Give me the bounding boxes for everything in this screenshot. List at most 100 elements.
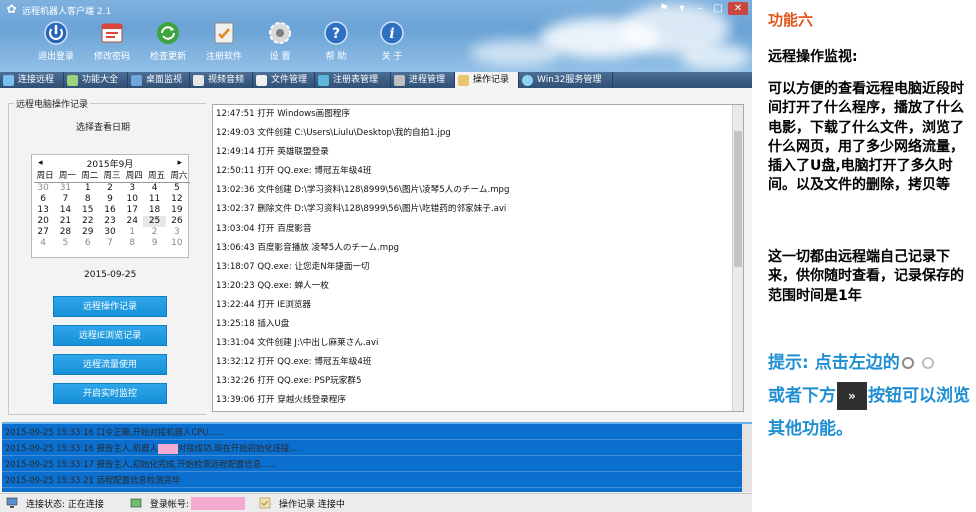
calendar-day[interactable]: 20 [32,216,54,227]
log-scrollbar[interactable] [732,105,743,411]
calendar-day[interactable]: 6 [77,238,99,249]
start-live-monitor-button[interactable]: 开启实时监控 [53,383,167,404]
calendar-day[interactable]: 2 [143,227,165,238]
log-entry[interactable]: 13:02:36 文件创建 D:\学习资料\128\8999\56\图片\凌琴5… [213,181,743,200]
calendar-day[interactable]: 31 [54,183,76,194]
help-button[interactable]: ? 帮 助 [308,20,364,62]
calendar-day[interactable]: 14 [54,205,76,216]
calendar-day[interactable]: 2 [99,183,121,194]
console-scrollbar[interactable] [742,424,752,492]
log-entry[interactable]: 13:32:26 打开 QQ.exe: PSP玩家群5 [213,372,743,391]
video-icon [193,74,204,86]
log-entry[interactable]: 12:47:51 打开 Windows画图程序 [213,105,743,124]
calendar-day[interactable]: 1 [77,183,99,194]
calendar-day[interactable]: 15 [77,205,99,216]
log-entry[interactable]: 13:06:43 百度影音播放 凌琴5人のチーム.mpg [213,239,743,258]
log-entry[interactable]: 13:03:04 打开 百度影音 [213,220,743,239]
calendar-day[interactable]: 6 [32,194,54,205]
calendar-day[interactable]: 10 [166,238,188,249]
calendar-day[interactable]: 28 [54,227,76,238]
tab-operation-log[interactable]: 操作记录 [455,72,519,88]
calendar-day[interactable]: 30 [99,227,121,238]
pin-icon[interactable]: ⚑ [656,2,672,15]
toolbar-label: 检查更新 [149,52,186,62]
calendar-day[interactable]: 25 [143,216,166,227]
calendar-day[interactable]: 29 [77,227,99,238]
calendar-day[interactable]: 8 [77,194,99,205]
tab-all-features[interactable]: 功能大全 [64,72,128,88]
calendar-day[interactable]: 22 [77,216,99,227]
calendar-day[interactable]: 11 [143,194,165,205]
tab-registry-manager[interactable]: 注册表管理 [315,72,391,88]
close-button[interactable]: ✕ [728,2,748,15]
tab-connect-remote[interactable]: 连接远程 [0,72,64,88]
tab-process-manager[interactable]: 进程管理 [391,72,455,88]
remote-traffic-usage-button[interactable]: 远程流量使用 [53,354,167,375]
calendar-day[interactable]: 7 [99,238,121,249]
next-month-button[interactable]: ▸ [177,158,182,168]
log-entry[interactable]: 13:48:51 打开 QQ.exe: 博冠五年级4班 [213,411,743,412]
calendar-day[interactable]: 19 [166,205,188,216]
calendar-day[interactable]: 3 [121,183,143,194]
log-entry[interactable]: 12:49:03 文件创建 C:\Users\Liulu\Desktop\我的自… [213,124,743,143]
remote-ie-history-button[interactable]: 远程IE浏览记录 [53,325,167,346]
log-entry[interactable]: 13:31:04 文件创建 J:\中出し麻莱さん.avi [213,334,743,353]
check-update-button[interactable]: 检查更新 [140,20,196,62]
log-entry[interactable]: 13:32:12 打开 QQ.exe: 博冠五年级4班 [213,353,743,372]
tab-win32-service[interactable]: Win32服务管理 [519,72,613,88]
nav-dot-icon[interactable] [901,357,914,369]
log-entry[interactable]: 13:20:23 QQ.exe: 蝉人一枚 [213,277,743,296]
skin-icon[interactable]: ▾ [674,2,690,15]
calendar-day[interactable]: 4 [32,238,54,249]
calendar-day[interactable]: 1 [121,227,143,238]
calendar-day[interactable]: 7 [54,194,76,205]
scroll-thumb[interactable] [734,131,742,267]
log-entry[interactable]: 13:02:37 删除文件 D:\学习资料\128\8999\56\图片\吃错药… [213,200,743,219]
tab-label: 操作记录 [473,75,510,85]
log-entry[interactable]: 13:25:18 插入U盘 [213,315,743,334]
calendar-day[interactable]: 16 [99,205,121,216]
log-entry[interactable]: 13:39:06 打开 穿越火线登录程序 [213,391,743,410]
operation-log-list[interactable]: 12:47:51 打开 Windows画图程序 12:49:03 文件创建 C:\… [212,104,744,412]
calendar-day[interactable]: 10 [121,194,143,205]
calendar-day[interactable]: 21 [54,216,76,227]
log-entry[interactable]: 12:50:11 打开 QQ.exe: 博冠五年级4班 [213,162,743,181]
calendar-day[interactable]: 27 [32,227,54,238]
calendar-day[interactable]: 5 [54,238,76,249]
register-button[interactable]: 注册软件 [196,20,252,62]
change-password-button[interactable]: 修改密码 [84,20,140,62]
calendar-day[interactable]: 30 [32,183,54,194]
calendar-day[interactable]: 17 [121,205,143,216]
calendar-day[interactable]: 9 [143,238,165,249]
calendar-day[interactable]: 24 [121,216,143,227]
log-entry[interactable]: 13:22:44 打开 IE浏览器 [213,296,743,315]
logout-button[interactable]: 退出登录 [28,20,84,62]
remote-operation-log-button[interactable]: 远程操作记录 [53,296,167,317]
tab-video-audio[interactable]: 视频音频 [190,72,253,88]
tab-file-manager[interactable]: 文件管理 [253,72,315,88]
tab-label: 文件管理 [271,75,308,85]
prev-month-button[interactable]: ◂ [38,158,43,168]
log-entry[interactable]: 12:49:14 打开 英雄联盟登录 [213,143,743,162]
settings-button[interactable]: 设 置 [252,20,308,62]
maximize-button[interactable]: □ [710,2,726,15]
calendar-day[interactable]: 9 [99,194,121,205]
calendar-month: 2015年9月 [86,159,134,170]
minimize-button[interactable]: – [692,2,708,15]
calendar-day[interactable]: 26 [166,216,188,227]
toolbar-label: 退出登录 [37,52,74,62]
calendar-day[interactable]: 4 [143,183,165,194]
nav-dot-icon[interactable] [921,357,934,369]
calendar-day[interactable]: 8 [121,238,143,249]
log-entry[interactable]: 13:18:07 QQ.exe: 让您走N年捷面一切 [213,258,743,277]
calendar-day[interactable]: 5 [166,183,188,194]
next-button[interactable]: » [837,382,867,410]
tab-desktop-monitor[interactable]: 桌面监视 [128,72,190,88]
calendar-day[interactable]: 13 [32,205,54,216]
calendar-day[interactable]: 18 [143,205,165,216]
about-button[interactable]: i 关 于 [364,20,420,62]
calendar-day[interactable]: 3 [166,227,188,238]
calendar-day[interactable]: 12 [166,194,188,205]
calendar-day[interactable]: 23 [99,216,121,227]
record-status-text: 操作记录 连接中 [278,499,345,510]
